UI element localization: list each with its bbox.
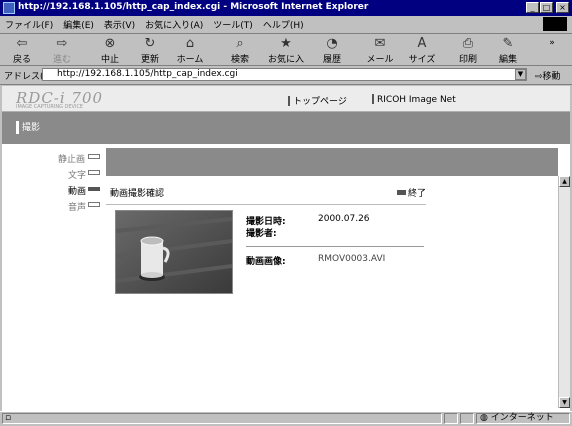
minimize-button[interactable]: _	[526, 2, 539, 13]
back-label: 戻る	[12, 55, 31, 65]
status-text-cell: ▫	[2, 413, 442, 424]
web-page: RDC-i 700 IMAGE CAPTURING DEVICE トップページ …	[2, 86, 570, 412]
search-button[interactable]: ⌕ 検索	[222, 36, 258, 65]
nav-still-image-label: 静止画	[58, 155, 86, 165]
title-bar: http://192.168.1.105/http_cap_index.cgi …	[0, 0, 572, 16]
end-icon	[397, 190, 406, 195]
toolbar-more-button[interactable]: »	[540, 38, 564, 48]
home-icon: ⌂	[185, 36, 195, 51]
status-cell	[444, 413, 458, 424]
menu-file[interactable]: ファイル(F)	[0, 16, 58, 33]
print-button[interactable]: ⎙ 印刷	[450, 36, 486, 65]
page-subtitle: 動画撮影確認	[110, 189, 165, 199]
edit-label: 編集	[498, 55, 517, 65]
zone-cell: ◍ インターネット	[476, 413, 570, 424]
edit-button[interactable]: ✎ 編集	[490, 36, 526, 65]
page-icon: ▫	[5, 413, 12, 423]
mail-button[interactable]: ✉ メール	[362, 36, 398, 65]
mail-label: メール	[366, 55, 394, 65]
movie-thumbnail[interactable]	[115, 210, 233, 294]
refresh-icon: ↻	[144, 36, 156, 51]
go-arrow-icon: ⇨	[535, 72, 543, 82]
category-bar: 撮影	[2, 112, 570, 144]
forward-button[interactable]: ⇨ 進む	[44, 36, 80, 65]
history-icon: ◔	[326, 36, 338, 51]
main-content: ▲ ▼ 動画撮影確認 終了 撮影日時: 2000.07.26 撮影者: 動画画像…	[106, 148, 570, 408]
end-button[interactable]: 終了	[397, 186, 426, 199]
search-icon: ⌕	[236, 36, 244, 51]
size-label: サイズ	[408, 55, 436, 65]
address-dropdown-icon[interactable]: ▼	[515, 69, 526, 80]
scroll-down-icon[interactable]: ▼	[559, 397, 570, 408]
movie-file-row: 動画画像:	[246, 254, 286, 267]
maximize-button[interactable]: □	[540, 2, 553, 13]
toolbar: ⇦戻る ⇨進む ⊗中止 ↻更新 ⌂ホーム ⌕検索 ★お気に入り ◔履歴 ✉メール…	[0, 34, 572, 78]
site-logo-sub: IMAGE CAPTURING DEVICE	[16, 104, 84, 110]
edit-icon: ✎	[502, 36, 514, 51]
vertical-scrollbar[interactable]: ▲ ▼	[558, 176, 570, 408]
windows-logo-icon	[543, 17, 567, 31]
go-label: 移動	[542, 72, 561, 82]
forward-label: 進む	[52, 55, 71, 65]
nav-text-label: 文字	[68, 171, 87, 181]
stop-label: 中止	[100, 55, 119, 65]
history-label: 履歴	[322, 55, 341, 65]
home-button[interactable]: ⌂ ホーム	[172, 36, 208, 65]
refresh-label: 更新	[140, 55, 159, 65]
history-button[interactable]: ◔ 履歴	[314, 36, 350, 65]
search-label: 検索	[230, 55, 249, 65]
zone-label: インターネット	[490, 413, 554, 423]
favorites-icon: ★	[280, 36, 292, 51]
ricoh-image-net-link[interactable]: RICOH Image Net	[372, 94, 456, 105]
menu-tools[interactable]: ツール(T)	[208, 16, 258, 33]
menu-edit[interactable]: 編集(E)	[58, 16, 99, 33]
nav-indicator-icon	[88, 202, 100, 207]
movie-file-value: RMOV0003.AVI	[318, 254, 386, 264]
refresh-button[interactable]: ↻ 更新	[132, 36, 168, 65]
content-header-bar	[106, 148, 558, 176]
scroll-up-icon[interactable]: ▲	[559, 176, 570, 187]
author-row: 撮影者:	[246, 226, 277, 239]
back-button[interactable]: ⇦ 戻る	[4, 36, 40, 65]
menu-bar: ファイル(F) 編集(E) 表示(V) お気に入り(A) ツール(T) ヘルプ(H)	[0, 16, 572, 34]
end-label: 終了	[408, 189, 427, 199]
mail-icon: ✉	[374, 36, 386, 51]
category-label: 撮影	[16, 120, 40, 134]
printer-icon: ⎙	[462, 36, 474, 51]
author-label: 撮影者:	[246, 229, 277, 239]
divider	[246, 246, 424, 247]
cup-photo	[116, 211, 232, 293]
address-bar: アドレス(D) http://192.168.1.105/http_cap_in…	[0, 66, 572, 85]
back-arrow-icon: ⇦	[16, 36, 28, 51]
close-button[interactable]: ×	[556, 2, 569, 13]
size-button[interactable]: A サイズ	[404, 36, 440, 65]
stop-icon: ⊗	[104, 36, 116, 51]
window-title: http://192.168.1.105/http_cap_index.cgi …	[18, 2, 369, 12]
status-cell	[460, 413, 474, 424]
ie-icon	[3, 2, 15, 14]
top-page-link[interactable]: トップページ	[288, 94, 347, 107]
nav-movie-label: 動画	[68, 187, 87, 197]
divider	[106, 204, 426, 205]
menu-view[interactable]: 表示(V)	[99, 16, 140, 33]
go-button[interactable]: ⇨移動	[535, 69, 561, 82]
home-label: ホーム	[176, 55, 204, 65]
menu-help[interactable]: ヘルプ(H)	[258, 16, 309, 33]
movie-file-label: 動画画像:	[246, 257, 286, 267]
font-size-icon: A	[417, 36, 427, 51]
nav-indicator-icon	[88, 170, 100, 175]
nav-indicator-icon	[88, 154, 100, 159]
stop-button[interactable]: ⊗ 中止	[92, 36, 128, 65]
menu-favorites[interactable]: お気に入り(A)	[140, 16, 208, 33]
shot-date-value: 2000.07.26	[318, 214, 370, 224]
globe-icon: ◍	[480, 413, 488, 423]
status-bar: ▫ ◍ インターネット	[0, 411, 572, 426]
site-header: RDC-i 700 IMAGE CAPTURING DEVICE トップページ …	[2, 86, 570, 112]
print-label: 印刷	[458, 55, 477, 65]
address-url: http://192.168.1.105/http_cap_index.cgi	[57, 69, 238, 79]
forward-arrow-icon: ⇨	[56, 36, 68, 51]
address-input[interactable]: http://192.168.1.105/http_cap_index.cgi	[42, 68, 527, 81]
nav-indicator-active-icon	[88, 187, 100, 191]
nav-audio-label: 音声	[68, 203, 87, 213]
